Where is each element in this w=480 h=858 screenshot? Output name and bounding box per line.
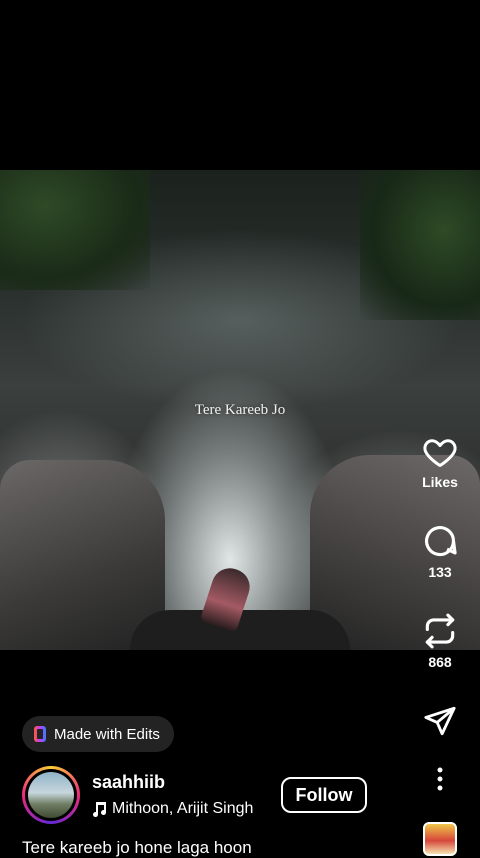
made-with-edits-badge[interactable]: Made with Edits [22, 716, 174, 752]
username[interactable]: saahhiib [92, 772, 165, 793]
more-vertical-icon [437, 767, 443, 791]
caption[interactable]: Tere kareeb jo hone laga hoon [22, 838, 252, 858]
avatar[interactable] [22, 766, 80, 824]
music-artist: Mithoon, Arijit Singh [112, 800, 254, 817]
send-icon [424, 706, 456, 736]
follow-button[interactable]: Follow [281, 777, 367, 813]
likes-label: Likes [422, 474, 458, 490]
edits-badge-label: Made with Edits [54, 725, 160, 743]
repost-button[interactable]: 868 [420, 612, 460, 670]
avatar-photo [28, 772, 74, 818]
vegetation-right [360, 170, 480, 320]
reel-video[interactable]: Tere Kareeb Jo [0, 170, 480, 650]
comment-icon [424, 526, 457, 557]
video-overlay-text: Tere Kareeb Jo [194, 402, 286, 418]
audio-album-art[interactable] [423, 822, 457, 856]
repost-icon [425, 613, 455, 649]
music-info[interactable]: Mithoon, Arijit Singh [92, 800, 253, 818]
more-options-button[interactable] [420, 766, 460, 792]
vegetation-left [0, 170, 150, 290]
heart-icon [423, 439, 457, 467]
edits-logo-icon [34, 726, 46, 742]
comment-button[interactable]: 133 [420, 522, 460, 580]
music-note-icon [93, 802, 106, 817]
share-button[interactable] [420, 704, 460, 738]
like-button[interactable]: Likes [420, 434, 460, 490]
reposts-count: 868 [428, 654, 452, 670]
comments-count: 133 [428, 564, 452, 580]
